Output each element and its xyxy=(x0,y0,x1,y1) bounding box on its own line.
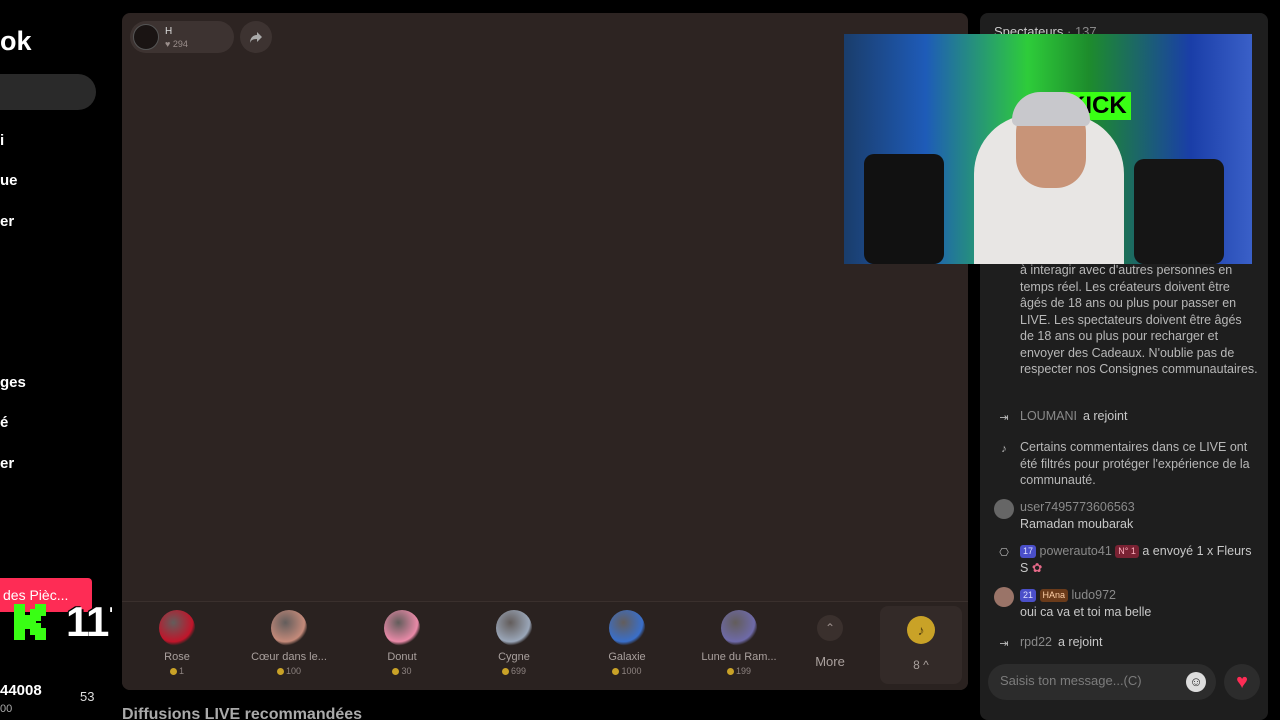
left-sidebar: ok iueergeséer des Pièc... 1173 44008 00… xyxy=(0,0,112,720)
join-message: ⇥ LOUMANI a rejoint xyxy=(994,408,1258,425)
chevron-up-icon: ⌃ xyxy=(817,615,843,641)
more-gifts-button[interactable]: ⌃ More xyxy=(802,610,858,669)
enter-icon: ⇥ xyxy=(999,411,1009,424)
filter-notice: ♪ Certains commentaires dans ce LIVE ont… xyxy=(994,439,1258,489)
gift-name: Donut xyxy=(387,651,417,663)
gift-name: Cœur dans le... xyxy=(251,651,327,663)
stat-count: 53 xyxy=(80,689,95,704)
level-badge: 21 xyxy=(1020,589,1037,603)
gift-price: 1 xyxy=(122,666,232,676)
coin-icon xyxy=(612,668,620,676)
chair-image xyxy=(1134,159,1224,264)
sidebar-item[interactable]: i xyxy=(0,132,4,149)
avatar[interactable] xyxy=(994,587,1014,607)
join-message: ⇥ rpd22 a rejoint xyxy=(994,634,1258,651)
flower-icon: ✿ xyxy=(1031,560,1043,575)
gift-message: ⎔ 17 powerauto41 N° 1 a envoyé 1 x Fleur… xyxy=(994,543,1258,576)
gift-item[interactable]: Donut 30 xyxy=(347,610,457,676)
avatar[interactable] xyxy=(994,499,1014,519)
share-button[interactable] xyxy=(240,21,272,53)
gift-price: 699 xyxy=(459,666,569,676)
chat-input[interactable] xyxy=(1000,673,1160,688)
welcome-message: à interagir avec d'autres personnes en t… xyxy=(1020,263,1258,376)
chair-image xyxy=(864,154,944,264)
gift-item[interactable]: Galaxie 1000 xyxy=(572,610,682,676)
emoji-icon[interactable]: ☺ xyxy=(1186,672,1206,692)
chat-input-box[interactable]: ☺ xyxy=(988,664,1216,700)
gift-name: Rose xyxy=(164,651,190,663)
gift-price: 199 xyxy=(684,666,794,676)
stat-followers: 44008 xyxy=(0,682,42,699)
kick-logo-icon xyxy=(14,604,46,640)
share-icon xyxy=(250,32,262,43)
coin-icon xyxy=(169,668,177,676)
sidebar-item[interactable]: er xyxy=(0,213,14,230)
sidebar-item[interactable]: ges xyxy=(0,374,26,391)
live-player[interactable]: H ♥ 294 Rose 1 Cœur dans le... 100 Donut 30 Cy… xyxy=(122,13,968,690)
avatar[interactable] xyxy=(133,24,159,50)
gift-icon xyxy=(271,610,307,646)
rank-badge: N° 1 xyxy=(1115,545,1139,559)
gift-name: Cygne xyxy=(498,651,530,663)
gift-icon xyxy=(721,610,757,646)
gift-icon xyxy=(609,610,645,646)
gift-item[interactable]: Rose 1 xyxy=(122,610,232,676)
level-badge: 17 xyxy=(1020,545,1037,559)
enter-icon: ⇥ xyxy=(999,637,1009,650)
stat-sub: 00 xyxy=(0,703,13,715)
gift-price: 100 xyxy=(234,666,344,676)
host-chip[interactable]: H ♥ 294 xyxy=(130,21,234,53)
coin-icon xyxy=(501,668,509,676)
gift-icon xyxy=(159,610,195,646)
gift-item[interactable]: Cygne 699 xyxy=(459,610,569,676)
chat-message: 21 HAna ludo972 oui ca va et toi ma bell… xyxy=(994,587,1258,620)
coin-count: 8 ^ xyxy=(913,658,929,672)
recommended-heading: Diffusions LIVE recommandées xyxy=(122,706,363,720)
sidebar-search[interactable] xyxy=(0,74,96,110)
coin-icon: ♪ xyxy=(907,616,935,644)
gift-price: 30 xyxy=(347,666,457,676)
streamer-hair xyxy=(1012,92,1090,126)
host-likes: ♥ 294 xyxy=(165,39,188,49)
app-logo[interactable]: ok xyxy=(0,26,32,57)
tiktok-icon: ♪ xyxy=(1001,442,1007,455)
kick-viewer-count: 1173 xyxy=(66,598,112,645)
host-name: H xyxy=(165,26,173,37)
sidebar-item[interactable]: er xyxy=(0,455,14,472)
gift-icon: ⎔ xyxy=(999,546,1009,559)
gift-price: 1000 xyxy=(572,666,682,676)
sidebar-item[interactable]: ue xyxy=(0,172,18,189)
like-button[interactable]: ♥ xyxy=(1224,664,1260,700)
coin-icon xyxy=(726,668,734,676)
heart-icon: ♥ xyxy=(1236,671,1248,693)
chat-message: user7495773606563 Ramadan moubarak xyxy=(994,499,1258,532)
heart-icon: ♥ xyxy=(165,39,171,49)
gift-icon xyxy=(384,610,420,646)
gift-item[interactable]: Lune du Ram... 199 xyxy=(684,610,794,676)
coin-icon xyxy=(276,668,284,676)
gift-name: Lune du Ram... xyxy=(701,651,777,663)
gift-bar: Rose 1 Cœur dans le... 100 Donut 30 Cygne 699 Ga… xyxy=(122,601,968,690)
webcam-overlay: KICK xyxy=(844,34,1252,264)
coin-icon xyxy=(392,668,400,676)
fan-badge: HAna xyxy=(1039,589,1069,603)
gift-icon xyxy=(496,610,532,646)
sidebar-item[interactable]: é xyxy=(0,414,8,431)
gift-item[interactable]: Cœur dans le... 100 xyxy=(234,610,344,676)
gift-name: Galaxie xyxy=(608,651,646,663)
coin-balance-button[interactable]: ♪ 8 ^ xyxy=(880,606,962,684)
